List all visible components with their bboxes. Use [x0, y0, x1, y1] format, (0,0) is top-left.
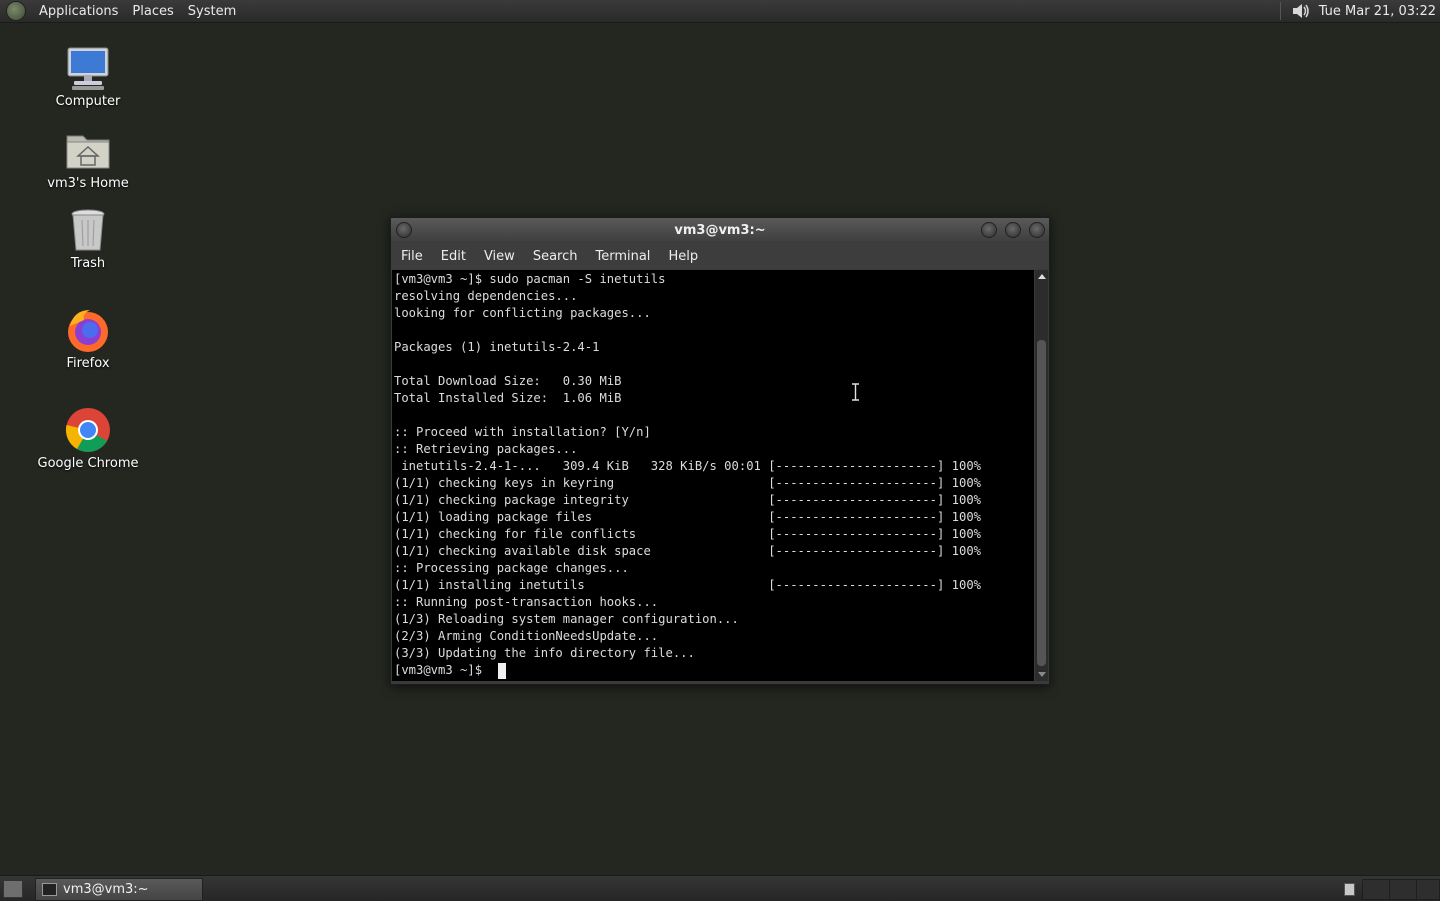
- maximize-button[interactable]: [1005, 222, 1021, 238]
- desktop-icon-label: Computer: [55, 94, 121, 109]
- terminal-output[interactable]: [vm3@vm3 ~]$ sudo pacman -S inetutils re…: [392, 270, 1034, 681]
- desktop-icon-label: Firefox: [66, 356, 110, 371]
- workspace-1[interactable]: [1344, 883, 1355, 896]
- desktop-icon-trash[interactable]: Trash: [33, 206, 143, 271]
- menu-places[interactable]: Places: [125, 4, 180, 19]
- computer-icon: [67, 47, 109, 90]
- bottom-panel: vm3@vm3:~: [0, 875, 1440, 901]
- clock[interactable]: Tue Mar 21, 03:22: [1319, 4, 1436, 19]
- system-tray: Tue Mar 21, 03:22: [1279, 0, 1440, 22]
- speaker-icon[interactable]: [1291, 2, 1311, 20]
- close-button[interactable]: [1029, 222, 1045, 238]
- desktop-icon-label: Trash: [70, 256, 106, 271]
- terminal-scrollbar[interactable]: [1035, 270, 1048, 681]
- menu-search[interactable]: Search: [524, 249, 587, 264]
- taskbar-button-label: vm3@vm3:~: [63, 882, 149, 897]
- window-titlebar[interactable]: vm3@vm3:~: [391, 218, 1049, 242]
- menu-view[interactable]: View: [475, 249, 524, 264]
- workspace-2[interactable]: [1362, 879, 1390, 900]
- i-beam-cursor-icon: [852, 383, 859, 401]
- desktop-icon-label: vm3's Home: [47, 176, 129, 191]
- desktop-icon-label: Google Chrome: [37, 456, 139, 471]
- trash-icon: [71, 209, 105, 251]
- chrome-icon: [65, 408, 110, 452]
- desktop-icon-chrome[interactable]: Google Chrome: [33, 406, 143, 471]
- window-menu-button[interactable]: [396, 222, 412, 238]
- terminal-text[interactable]: [vm3@vm3 ~]$ sudo pacman -S inetutils re…: [392, 270, 1034, 679]
- desktop-icon-firefox[interactable]: Firefox: [33, 306, 143, 371]
- tray-separator: [1279, 2, 1281, 20]
- home-folder-icon: [66, 135, 110, 169]
- top-panel: Applications Places System Tue Mar 21, 0…: [0, 0, 1440, 23]
- firefox-icon: [68, 310, 108, 352]
- workspace-4[interactable]: [1416, 879, 1440, 900]
- desktop-icon-computer[interactable]: Computer: [33, 44, 143, 109]
- minimize-button[interactable]: [981, 222, 997, 238]
- terminal-icon: [42, 883, 57, 896]
- window-title: vm3@vm3:~: [674, 222, 766, 238]
- terminal-window[interactable]: vm3@vm3:~ File Edit View Search Terminal…: [390, 217, 1050, 685]
- scroll-up-arrow-icon[interactable]: [1038, 274, 1046, 279]
- workspace-3[interactable]: [1389, 879, 1417, 900]
- scrollbar-thumb[interactable]: [1037, 340, 1046, 666]
- desktop-icon-home[interactable]: vm3's Home: [33, 126, 143, 191]
- menu-file[interactable]: File: [391, 249, 432, 264]
- menu-help[interactable]: Help: [659, 249, 707, 264]
- scroll-down-arrow-icon[interactable]: [1038, 672, 1046, 677]
- menu-system[interactable]: System: [181, 4, 243, 19]
- menu-applications[interactable]: Applications: [32, 4, 125, 19]
- taskbar-button-terminal[interactable]: vm3@vm3:~: [35, 878, 203, 901]
- gnome-foot-icon[interactable]: [6, 1, 26, 21]
- menu-edit[interactable]: Edit: [432, 249, 475, 264]
- menu-terminal[interactable]: Terminal: [586, 249, 659, 264]
- terminal-menubar: File Edit View Search Terminal Help: [391, 243, 1049, 269]
- terminal-cursor: [498, 663, 506, 679]
- show-desktop-icon[interactable]: [3, 880, 23, 898]
